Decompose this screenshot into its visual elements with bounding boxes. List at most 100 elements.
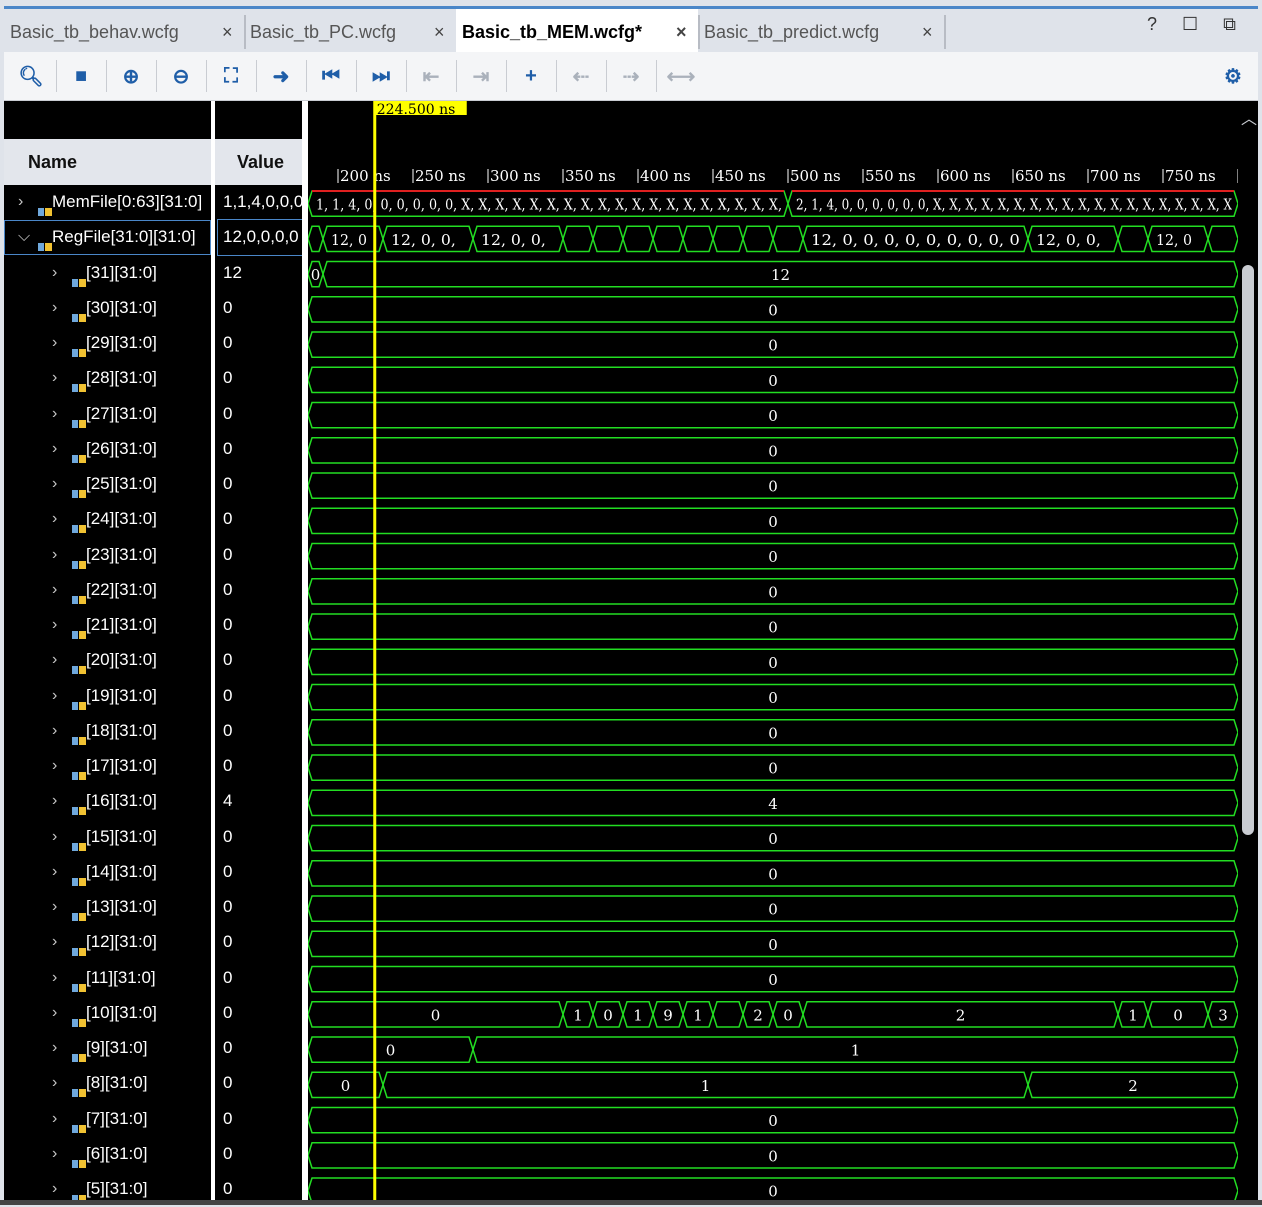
signal-row[interactable]: › [13][31:0] [4, 890, 211, 925]
signal-row[interactable]: ⌵ RegFile[31:0][31:0] [4, 220, 211, 256]
signal-row[interactable]: › [30][31:0] [4, 291, 211, 326]
zoom-in-icon[interactable]: ⊕ [116, 61, 146, 91]
next-marker-icon[interactable]: ⇢ [616, 61, 646, 91]
expand-chevron-icon[interactable]: › [52, 1031, 57, 1065]
signal-row[interactable]: › [23][31:0] [4, 538, 211, 573]
expand-chevron-icon[interactable]: › [52, 855, 57, 889]
expand-chevron-icon[interactable]: › [52, 679, 57, 713]
signal-row[interactable]: › [21][31:0] [4, 608, 211, 643]
signal-row[interactable]: › [18][31:0] [4, 714, 211, 749]
bus-segment [562, 225, 594, 253]
expand-chevron-icon[interactable]: › [52, 961, 57, 995]
expand-chevron-icon[interactable]: › [52, 538, 57, 572]
expand-chevron-icon[interactable]: › [52, 573, 57, 607]
expand-chevron-icon[interactable]: › [52, 784, 57, 818]
expand-chevron-icon[interactable]: › [52, 890, 57, 924]
signal-row[interactable]: › [10][31:0] [4, 996, 211, 1031]
waveform-canvas[interactable]: 200 ns 250 ns 300 ns 350 ns 400 ns 450 ns 500 … [308, 101, 1238, 1205]
zoom-fit-icon[interactable]: ⛶ [216, 61, 246, 91]
signal-row[interactable]: › [27][31:0] [4, 397, 211, 432]
value-column-header[interactable]: Value [215, 139, 302, 185]
signal-row[interactable]: › [17][31:0] [4, 749, 211, 784]
signal-name: [13][31:0] [86, 897, 157, 916]
segment-value: 0 [431, 1006, 441, 1024]
bus-signal-icon [72, 372, 86, 393]
expand-chevron-icon[interactable]: › [52, 996, 57, 1030]
save-icon[interactable]: ■ [66, 61, 96, 91]
expand-chevron-icon[interactable]: › [52, 291, 57, 325]
signal-row[interactable]: › [20][31:0] [4, 643, 211, 678]
expand-chevron-icon[interactable]: › [52, 1102, 57, 1136]
signal-row[interactable]: › [31][31:0] [4, 256, 211, 291]
tab-1[interactable]: Basic_tb_PC.wcfg × [244, 9, 456, 55]
tab-0[interactable]: Basic_tb_behav.wcfg × [4, 9, 244, 55]
signal-name: [9][31:0] [86, 1038, 148, 1057]
segment-value: 0 [768, 513, 778, 531]
expand-chevron-icon[interactable]: › [18, 185, 23, 219]
tab-2[interactable]: Basic_tb_MEM.wcfg* × [456, 9, 698, 55]
segment-value: 1 [701, 1077, 711, 1095]
vertical-scrollbar-thumb[interactable] [1242, 265, 1254, 835]
expand-chevron-icon[interactable]: › [52, 643, 57, 677]
signal-value: 0 [223, 1002, 233, 1022]
signal-row[interactable]: › [7][31:0] [4, 1102, 211, 1137]
signal-row[interactable]: › [28][31:0] [4, 361, 211, 396]
scroll-up-icon[interactable]: ︿ [1241, 105, 1257, 129]
tab-close-icon[interactable]: × [922, 9, 933, 55]
previous-transition-icon[interactable]: ⇤ [416, 61, 446, 91]
expand-chevron-icon[interactable]: › [52, 432, 57, 466]
signal-row[interactable]: › [29][31:0] [4, 326, 211, 361]
signal-value: 0 [223, 1143, 233, 1163]
swap-cursors-icon[interactable]: ⟷ [666, 61, 696, 91]
signal-row[interactable]: › [26][31:0] [4, 432, 211, 467]
signal-row[interactable]: › [24][31:0] [4, 502, 211, 537]
expand-chevron-icon[interactable]: › [52, 326, 57, 360]
go-to-start-icon[interactable]: ⏮ [316, 61, 346, 91]
next-transition-icon[interactable]: ⇥ [466, 61, 496, 91]
signal-row[interactable]: › [9][31:0] [4, 1031, 211, 1066]
segment-value: 0 [311, 266, 321, 284]
expand-chevron-icon[interactable]: › [52, 608, 57, 642]
tab-3[interactable]: Basic_tb_predict.wcfg × [698, 9, 944, 55]
segment-value: 2, 1, 4, 0, 0, 0, 0, 0, 0, X, X, X, X, X… [796, 196, 1232, 214]
expand-chevron-icon[interactable]: › [52, 925, 57, 959]
expand-chevron-icon[interactable]: › [52, 467, 57, 501]
expand-chevron-icon[interactable]: › [52, 397, 57, 431]
signal-name: [19][31:0] [86, 685, 157, 705]
signal-row[interactable]: › [6][31:0] [4, 1137, 211, 1172]
signal-row[interactable]: › [16][31:0] [4, 784, 211, 819]
signal-row[interactable]: › [12][31:0] [4, 925, 211, 960]
expand-chevron-icon[interactable]: › [52, 820, 57, 854]
settings-icon[interactable]: ⚙ [1218, 61, 1248, 91]
expand-chevron-icon[interactable]: › [52, 361, 57, 395]
expand-chevron-icon[interactable]: › [52, 502, 57, 536]
collapse-chevron-icon[interactable]: ⌵ [18, 220, 30, 254]
signal-row[interactable]: › [8][31:0] [4, 1066, 211, 1101]
signal-row[interactable]: › [11][31:0] [4, 961, 211, 996]
go-to-end-icon[interactable]: ⏭ [366, 61, 396, 91]
window-controls[interactable]: ? ☐ ⧉ [1147, 14, 1246, 35]
search-icon[interactable]: 🔍︎ [16, 61, 46, 91]
bus-signal-icon [72, 443, 86, 463]
tab-close-icon[interactable]: × [434, 9, 445, 55]
tab-close-icon[interactable]: × [676, 9, 687, 55]
expand-chevron-icon[interactable]: › [52, 714, 57, 748]
go-to-cursor-icon[interactable]: ➜ [266, 61, 296, 91]
name-column-header[interactable]: Name [4, 139, 211, 185]
expand-chevron-icon[interactable]: › [52, 749, 57, 783]
previous-marker-icon[interactable]: ⇠ [566, 61, 596, 91]
signal-row[interactable]: › [19][31:0] [4, 679, 211, 714]
add-marker-icon[interactable]: + [516, 61, 546, 91]
zoom-out-icon[interactable]: ⊖ [166, 61, 196, 91]
expand-chevron-icon[interactable]: › [52, 1137, 57, 1171]
signal-row[interactable]: › [25][31:0] [4, 467, 211, 502]
signal-row[interactable]: › [22][31:0] [4, 573, 211, 608]
signal-row[interactable]: › [14][31:0] [4, 855, 211, 890]
expand-chevron-icon[interactable]: › [52, 256, 57, 290]
expand-chevron-icon[interactable]: › [52, 1066, 57, 1100]
tab-close-icon[interactable]: × [222, 9, 233, 55]
signal-row[interactable]: › MemFile[0:63][31:0] [4, 185, 211, 220]
tab-label: Basic_tb_behav.wcfg [10, 22, 179, 42]
signal-row[interactable]: › [15][31:0] [4, 820, 211, 855]
signal-name: [22][31:0] [86, 579, 157, 599]
